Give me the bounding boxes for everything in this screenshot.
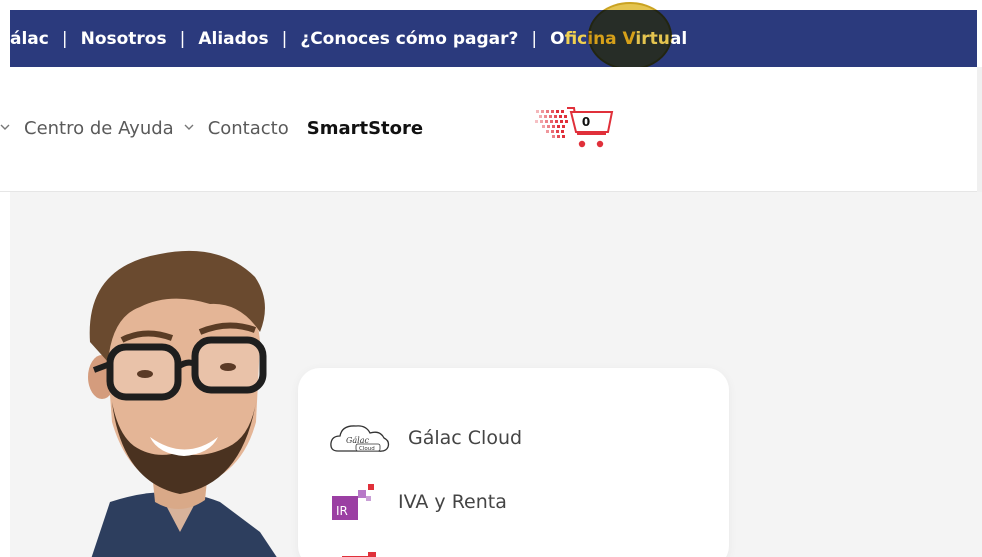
ir-icon-text: IR <box>336 504 348 518</box>
main-nav-items: Centro de Ayuda Contacto SmartStore <box>0 108 423 148</box>
topbar-link-como-pagar[interactable]: ¿Conoces cómo pagar? <box>300 29 518 49</box>
oficina-text-start: O <box>550 28 565 49</box>
topbar-link-galac[interactable]: álac <box>10 29 49 49</box>
person-photo <box>88 250 277 557</box>
top-navigation-bar: álac | Nosotros | Aliados | ¿Conoces cóm… <box>10 10 977 67</box>
topbar-separator: | <box>531 28 538 49</box>
page-edge <box>977 67 982 192</box>
nav-item-contacto[interactable]: Contacto <box>208 118 289 139</box>
topbar-separator: | <box>61 28 68 49</box>
product-item-iva-y-renta[interactable]: IR IVA y Renta <box>328 482 507 522</box>
products-card: Gálac Cloud Gálac Cloud IR IVA y Renta <box>298 368 729 557</box>
chevron-down-icon[interactable] <box>0 122 10 132</box>
cloud-logo-subtext: Cloud <box>359 446 375 452</box>
topbar-separator: | <box>179 28 186 49</box>
partial-product-icon <box>342 552 376 557</box>
product-label-iva-y-renta: IVA y Renta <box>398 491 507 513</box>
ir-icon: IR <box>332 484 374 520</box>
cart-count-badge: 0 <box>581 115 591 129</box>
topbar-link-aliados[interactable]: Aliados <box>198 29 268 49</box>
cursor-highlight <box>588 2 672 70</box>
galac-cloud-icon: Gálac Cloud <box>330 425 390 452</box>
nav-item-smartstore[interactable]: SmartStore <box>307 118 423 139</box>
product-label-galac-cloud: Gálac Cloud <box>408 427 523 449</box>
nav-item-centro-de-ayuda[interactable]: Centro de Ayuda <box>24 118 174 139</box>
topbar-separator: | <box>281 28 288 49</box>
product-item-galac-cloud[interactable]: Gálac Cloud Gálac Cloud <box>328 418 522 458</box>
topbar-link-nosotros[interactable]: Nosotros <box>81 29 167 49</box>
chevron-down-icon[interactable] <box>184 122 194 132</box>
